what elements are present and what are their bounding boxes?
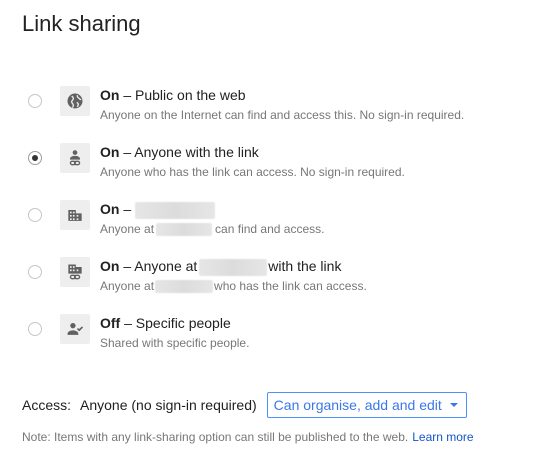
learn-more-link[interactable]: Learn more — [412, 430, 473, 444]
option-title: On – Anyone with the link — [100, 143, 259, 161]
building-link-icon — [60, 257, 90, 287]
option-anyone-at-domain[interactable]: On – Anyone at can find and access. — [0, 198, 543, 248]
building-icon — [60, 200, 90, 230]
redacted-domain — [135, 201, 216, 219]
radio-anyone-at-domain-with-link[interactable] — [28, 265, 42, 279]
option-description: Anyone at who has the link can access. — [100, 278, 367, 294]
option-label: – Anyone at — [119, 258, 198, 274]
option-description: Shared with specific people. — [100, 336, 250, 350]
option-title: On – — [100, 200, 216, 219]
option-description: Anyone who has the link can access. No s… — [100, 165, 405, 179]
desc-prefix: Anyone at — [100, 222, 155, 236]
access-label: Access: — [22, 397, 72, 413]
option-specific-people[interactable]: Off – Specific people Shared with specif… — [0, 312, 543, 362]
option-state: On — [100, 258, 120, 274]
redacted-domain — [155, 280, 214, 294]
redacted-domain — [156, 223, 213, 237]
access-value: Anyone (no sign-in required) — [80, 397, 257, 413]
option-label: – Public on the web — [119, 87, 246, 103]
desc-suffix: who has the link can access. — [214, 279, 367, 293]
option-title: On – Anyone at with the link — [100, 257, 341, 276]
desc-prefix: Anyone at — [100, 279, 155, 293]
option-label: – Anyone with the link — [119, 144, 259, 160]
radio-specific-people[interactable] — [28, 322, 42, 336]
desc-suffix: can find and access. — [215, 222, 325, 236]
option-state: On — [100, 201, 120, 217]
caret-down-icon — [449, 403, 458, 407]
option-title: Off – Specific people — [100, 314, 231, 332]
publish-note: Note: Items with any link-sharing option… — [22, 429, 474, 445]
option-state: On — [100, 87, 120, 103]
option-description: Anyone on the Internet can find and acce… — [100, 108, 465, 122]
person-icon — [60, 314, 90, 344]
option-label: – Specific people — [120, 315, 231, 331]
option-anyone-at-domain-with-link[interactable]: On – Anyone at with the link Anyone at who… — [0, 255, 543, 305]
radio-anyone-at-domain[interactable] — [28, 208, 42, 222]
option-description: Anyone at can find and access. — [100, 221, 324, 237]
radio-anyone-with-link[interactable] — [28, 151, 42, 165]
option-label: – — [119, 201, 132, 217]
option-anyone-with-link[interactable]: On – Anyone with the link Anyone who has… — [0, 141, 543, 191]
dialog-title: Link sharing — [22, 11, 141, 36]
permission-selected: Can organise, add and edit — [273, 397, 442, 413]
option-state: On — [100, 144, 120, 160]
globe-icon — [60, 86, 90, 116]
option-state: Off — [100, 315, 121, 331]
person-link-icon — [60, 143, 90, 173]
option-public-on-web[interactable]: On – Public on the web Anyone on the Int… — [0, 84, 543, 134]
radio-public-on-web[interactable] — [28, 94, 42, 108]
option-title: On – Public on the web — [100, 86, 246, 104]
note-text: Note: Items with any link-sharing option… — [22, 430, 409, 444]
redacted-domain — [199, 258, 268, 276]
access-row: Access: Anyone (no sign-in required) Can… — [22, 392, 467, 418]
option-label-suffix: with the link — [268, 258, 342, 274]
permission-dropdown[interactable]: Can organise, add and edit — [266, 392, 467, 418]
